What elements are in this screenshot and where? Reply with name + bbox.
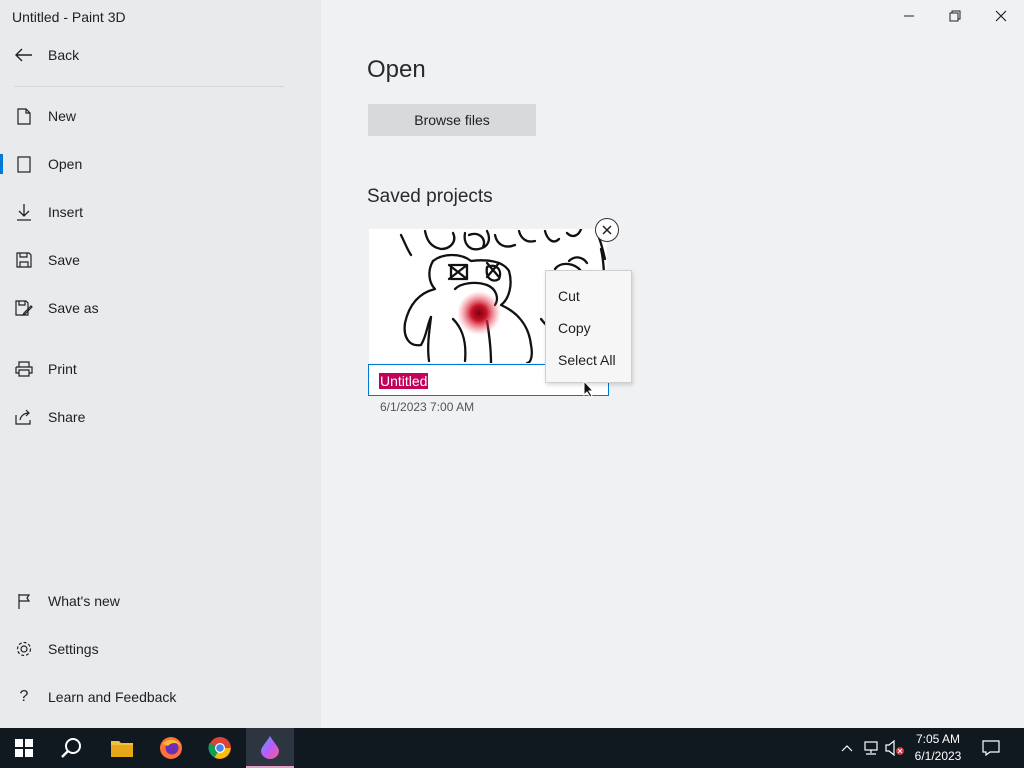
save-as-icon bbox=[14, 298, 34, 318]
close-icon bbox=[995, 10, 1007, 22]
saved-projects-heading: Saved projects bbox=[367, 186, 493, 207]
paint-3d-taskbar-button[interactable] bbox=[246, 728, 294, 768]
volume-button[interactable] bbox=[884, 728, 906, 768]
question-icon: ? bbox=[19, 688, 29, 705]
chrome-button[interactable] bbox=[196, 728, 244, 768]
sidebar-item-label: Print bbox=[48, 361, 77, 377]
sidebar-item-label: Share bbox=[48, 409, 86, 425]
gear-icon bbox=[14, 639, 34, 659]
sidebar-item-insert[interactable]: Insert bbox=[0, 192, 321, 232]
close-window-button[interactable] bbox=[978, 0, 1024, 32]
share-icon bbox=[14, 407, 34, 427]
sidebar-item-label: Settings bbox=[48, 641, 99, 657]
project-date: 6/1/2023 7:00 AM bbox=[380, 400, 475, 414]
firefox-button[interactable] bbox=[147, 728, 195, 768]
show-hidden-icons-button[interactable] bbox=[838, 728, 856, 768]
remove-project-button[interactable] bbox=[595, 218, 619, 242]
sidebar-item-label: Save bbox=[48, 252, 80, 268]
sidebar-item-label: New bbox=[48, 108, 77, 124]
new-file-icon bbox=[14, 106, 34, 126]
menu-item-cut[interactable]: Cut bbox=[546, 280, 631, 312]
print-icon bbox=[14, 359, 34, 379]
sidebar-item-label: Insert bbox=[48, 204, 84, 220]
network-icon bbox=[864, 741, 878, 755]
sidebar: Untitled - Paint 3D Back New Open Insert… bbox=[0, 0, 321, 728]
start-button[interactable] bbox=[0, 728, 48, 768]
notifications-button[interactable] bbox=[978, 728, 1004, 768]
clock-time: 7:05 AM bbox=[915, 732, 961, 746]
windows-logo-icon bbox=[15, 739, 33, 757]
sidebar-item-new[interactable]: New bbox=[0, 96, 321, 136]
back-arrow-icon bbox=[14, 45, 34, 65]
sidebar-item-label: Save as bbox=[48, 300, 99, 316]
sidebar-item-save[interactable]: Save bbox=[0, 240, 321, 280]
window-title: Untitled - Paint 3D bbox=[12, 9, 126, 25]
menu-item-copy[interactable]: Copy bbox=[546, 312, 631, 344]
back-button[interactable]: Back bbox=[0, 35, 321, 75]
restore-button[interactable] bbox=[932, 0, 978, 32]
clock[interactable]: 7:05 AM 6/1/2023 bbox=[904, 731, 972, 765]
minimize-icon bbox=[904, 15, 914, 17]
network-button[interactable] bbox=[860, 728, 882, 768]
browse-files-button[interactable]: Browse files bbox=[368, 104, 536, 136]
sidebar-item-share[interactable]: Share bbox=[0, 397, 321, 437]
sidebar-item-learn-feedback[interactable]: ? Learn and Feedback bbox=[0, 677, 321, 717]
sidebar-item-label: What's new bbox=[48, 593, 120, 609]
sidebar-item-save-as[interactable]: Save as bbox=[0, 288, 321, 328]
selected-text: Untitled bbox=[379, 373, 429, 389]
clock-date: 6/1/2023 bbox=[914, 749, 962, 763]
sidebar-item-label: Open bbox=[48, 156, 83, 172]
save-icon bbox=[14, 250, 34, 270]
close-icon bbox=[602, 225, 612, 235]
flag-icon bbox=[14, 591, 34, 611]
insert-icon bbox=[14, 202, 34, 222]
page-title: Open bbox=[367, 56, 426, 83]
menu-item-select-all[interactable]: Select All bbox=[546, 344, 631, 376]
sidebar-item-settings[interactable]: Settings bbox=[0, 629, 321, 669]
chevron-up-icon bbox=[841, 745, 853, 752]
open-icon bbox=[14, 154, 34, 174]
taskbar: 7:05 AM 6/1/2023 bbox=[0, 728, 1024, 768]
sidebar-item-label: Learn and Feedback bbox=[48, 689, 177, 705]
folder-icon bbox=[111, 741, 133, 757]
sidebar-item-print[interactable]: Print bbox=[0, 349, 321, 389]
notification-icon bbox=[982, 740, 1000, 756]
mouse-cursor-icon bbox=[583, 379, 595, 403]
sidebar-item-whats-new[interactable]: What's new bbox=[0, 581, 321, 621]
search-icon bbox=[61, 738, 81, 758]
active-indicator bbox=[0, 154, 3, 174]
volume-muted-icon bbox=[885, 740, 904, 756]
sidebar-item-open[interactable]: Open bbox=[0, 144, 321, 184]
chrome-icon bbox=[208, 737, 231, 759]
file-explorer-button[interactable] bbox=[98, 728, 146, 768]
minimize-button[interactable] bbox=[886, 0, 932, 32]
context-menu: Cut Copy Select All bbox=[545, 270, 632, 383]
paint-3d-icon bbox=[261, 736, 279, 759]
search-button[interactable] bbox=[48, 728, 96, 768]
sidebar-divider bbox=[14, 86, 284, 87]
firefox-icon bbox=[160, 737, 182, 759]
restore-icon bbox=[949, 10, 961, 22]
back-label: Back bbox=[48, 47, 80, 63]
